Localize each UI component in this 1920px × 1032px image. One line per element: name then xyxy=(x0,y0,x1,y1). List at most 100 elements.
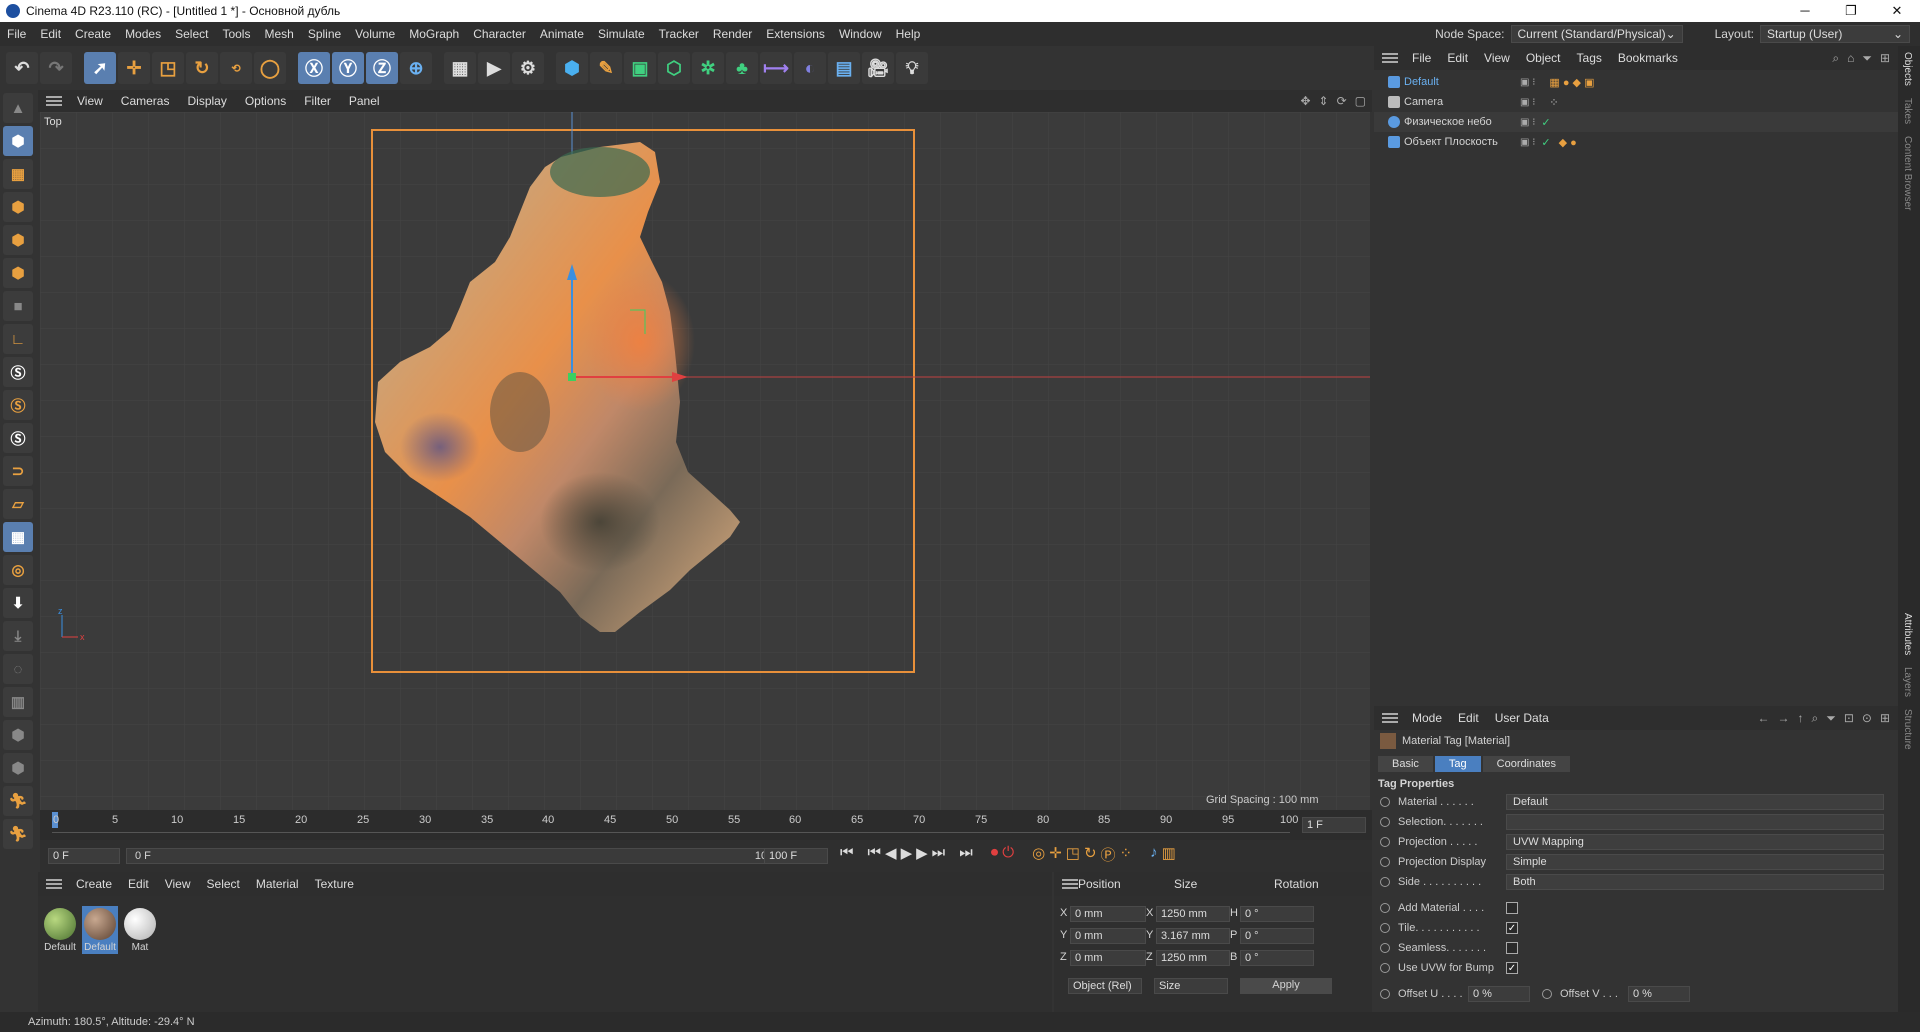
previous-frame-icon[interactable]: ◀ xyxy=(885,844,897,865)
object-menu-object[interactable]: Object xyxy=(1518,51,1569,65)
menu-tracker[interactable]: Tracker xyxy=(652,27,706,41)
filter-icon[interactable]: ⏷ xyxy=(1862,51,1872,66)
points-mode-icon[interactable]: ⬢ xyxy=(3,192,33,222)
menu-animate[interactable]: Animate xyxy=(533,27,591,41)
scale-key-icon[interactable]: ◳ xyxy=(1066,844,1080,865)
menu-select[interactable]: Select xyxy=(168,27,215,41)
redo-icon[interactable]: ↷ xyxy=(40,52,72,84)
menu-spline[interactable]: Spline xyxy=(301,27,348,41)
start-frame-field[interactable]: 0 F xyxy=(48,848,120,864)
toggle-viewports-icon[interactable]: ▢ xyxy=(1355,94,1366,108)
hamburger-icon[interactable] xyxy=(46,96,62,106)
material-menu-texture[interactable]: Texture xyxy=(307,877,362,891)
viewport-canvas[interactable]: z x xyxy=(40,112,1370,810)
object-visibility-icon[interactable]: ▣ ⁝ xyxy=(1520,117,1535,128)
viewport-menu-cameras[interactable]: Cameras xyxy=(112,94,179,108)
viewport-menu-panel[interactable]: Panel xyxy=(340,94,389,108)
viewport-menu-options[interactable]: Options xyxy=(236,94,295,108)
rotate-tool-icon[interactable]: ↻ xyxy=(186,52,218,84)
object-row-default[interactable]: Default ▣ ⁝ ▦ ● ◆ ▣ xyxy=(1374,72,1898,92)
material-swatch-selected[interactable]: Default xyxy=(82,906,118,954)
menu-character[interactable]: Character xyxy=(466,27,533,41)
y-axis-lock-icon[interactable]: Ⓨ xyxy=(332,52,364,84)
object-visibility-icon[interactable]: ▣ ⁝ xyxy=(1520,97,1535,108)
viewport[interactable]: z x xyxy=(40,112,1370,810)
rotation-h-field[interactable]: 0 ° xyxy=(1240,906,1314,922)
play-icon[interactable]: ▶ xyxy=(901,844,913,865)
grab-icon[interactable]: ⬇ xyxy=(3,588,33,618)
z-axis-lock-icon[interactable]: Ⓩ xyxy=(366,52,398,84)
object-visibility-icon[interactable]: ▣ ⁝ xyxy=(1520,137,1535,148)
undo-icon[interactable]: ↶ xyxy=(6,52,38,84)
animate-radio-icon[interactable] xyxy=(1380,877,1390,887)
menu-mograph[interactable]: MoGraph xyxy=(402,27,466,41)
animate-radio-icon[interactable] xyxy=(1380,817,1390,827)
object-row-plane[interactable]: Объект Плоскость ▣ ⁝ ✓ ◆ ● xyxy=(1374,132,1898,152)
subdivision-icon[interactable]: ▣ xyxy=(624,52,656,84)
animate-radio-icon[interactable] xyxy=(1380,837,1390,847)
pan-view-icon[interactable]: ✥ xyxy=(1300,94,1310,108)
viewport-menu-display[interactable]: Display xyxy=(178,94,235,108)
guide-icon[interactable]: ▥ xyxy=(3,687,33,717)
pen-spline-icon[interactable]: ✎ xyxy=(590,52,622,84)
hamburger-icon[interactable] xyxy=(46,879,62,889)
projection-display-dropdown[interactable]: Simple xyxy=(1506,854,1884,870)
polygons-mode-icon[interactable]: ⬢ xyxy=(3,258,33,288)
tab-takes[interactable]: Takes xyxy=(1898,92,1917,130)
axis-mode-icon[interactable]: ∟ xyxy=(3,324,33,354)
material-tag-icon[interactable]: ◆ ● xyxy=(1559,136,1577,149)
rotation-key-icon[interactable]: ↻ xyxy=(1084,844,1097,865)
tab-coordinates[interactable]: Coordinates xyxy=(1482,756,1570,772)
position-z-field[interactable]: 0 mm xyxy=(1070,950,1146,966)
position-y-field[interactable]: 0 mm xyxy=(1070,928,1146,944)
material-menu-material[interactable]: Material xyxy=(248,877,307,891)
back-arrow-icon[interactable]: ← xyxy=(1757,711,1769,726)
add-material-checkbox[interactable] xyxy=(1506,902,1518,914)
maximize-button[interactable]: ❐ xyxy=(1828,3,1874,19)
model-mode-icon[interactable]: ⬢ xyxy=(3,126,33,156)
fcurve-icon[interactable]: ▥ xyxy=(1162,844,1176,865)
node-space-dropdown[interactable]: Current (Standard/Physical) ⌄ xyxy=(1510,25,1683,43)
layout-dropdown[interactable]: Startup (User) ⌄ xyxy=(1760,25,1910,43)
checkmark-icon[interactable]: ✓ xyxy=(1541,136,1550,149)
material-swatch[interactable]: Mat xyxy=(122,906,158,954)
coordinate-mode-dropdown[interactable]: Object (Rel) xyxy=(1068,978,1142,994)
menu-tools[interactable]: Tools xyxy=(215,27,257,41)
checkmark-icon[interactable]: ✓ xyxy=(1541,116,1550,129)
tile-checkbox[interactable]: ✓ xyxy=(1506,922,1518,934)
size-z-field[interactable]: 1250 mm xyxy=(1156,950,1230,966)
end-frame-field[interactable]: 100 F xyxy=(764,848,828,864)
scale-tool-icon[interactable]: ◳ xyxy=(152,52,184,84)
locked-workplane-icon[interactable]: ▦ xyxy=(3,522,33,552)
tab-content-browser[interactable]: Content Browser xyxy=(1898,130,1917,216)
viewport-menu-filter[interactable]: Filter xyxy=(295,94,340,108)
animate-radio-icon[interactable] xyxy=(1380,797,1390,807)
timeline-window-icon[interactable]: ♪ xyxy=(1150,844,1158,865)
object-row-physical-sky[interactable]: Физическое небо ▣ ⁝ ✓ xyxy=(1374,112,1898,132)
offset-u-field[interactable]: 0 % xyxy=(1468,986,1530,1002)
light-icon[interactable]: 💡︎ xyxy=(896,52,928,84)
live-selection-icon[interactable]: ◯ xyxy=(254,52,286,84)
uv-mode-icon[interactable]: ■ xyxy=(3,291,33,321)
x-axis-lock-icon[interactable]: Ⓧ xyxy=(298,52,330,84)
solo-hierarchy-icon[interactable]: Ⓢ xyxy=(3,423,33,453)
move-tool-icon[interactable]: ✛ xyxy=(118,52,150,84)
selection-field[interactable] xyxy=(1506,814,1884,830)
zoom-view-icon[interactable]: ⇕ xyxy=(1319,94,1329,108)
menu-volume[interactable]: Volume xyxy=(348,27,402,41)
tab-layers[interactable]: Layers xyxy=(1898,661,1917,703)
menu-render[interactable]: Render xyxy=(706,27,759,41)
layer-icon[interactable]: ⬢ xyxy=(3,720,33,750)
current-frame-field[interactable]: 1 F xyxy=(1302,817,1366,833)
menu-help[interactable]: Help xyxy=(889,27,928,41)
rotation-b-field[interactable]: 0 ° xyxy=(1240,950,1314,966)
cube-object-icon[interactable]: ⬢ xyxy=(556,52,588,84)
object-menu-edit[interactable]: Edit xyxy=(1439,51,1476,65)
object-row-camera[interactable]: Camera ▣ ⁝ ⁘ xyxy=(1374,92,1898,112)
lock-icon[interactable]: ⊡ xyxy=(1844,711,1854,726)
animate-radio-icon[interactable] xyxy=(1380,903,1390,913)
rotate-view-icon[interactable]: ⟳ xyxy=(1337,94,1347,108)
planar-workplane-icon[interactable]: ◎ xyxy=(3,555,33,585)
offset-v-field[interactable]: 0 % xyxy=(1628,986,1690,1002)
extrude-generator-icon[interactable]: ⬡ xyxy=(658,52,690,84)
